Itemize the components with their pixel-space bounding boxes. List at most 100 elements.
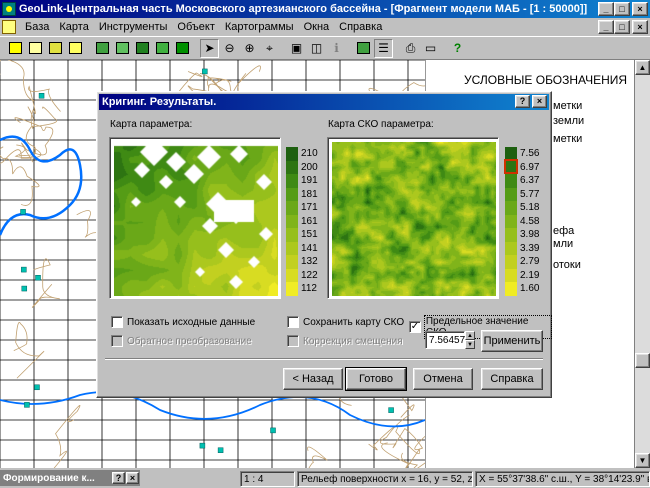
save-sko-box[interactable] [287, 316, 299, 328]
scroll-up-icon[interactable]: ▲ [635, 60, 650, 75]
document-caption-buttons: _ □ × [598, 20, 648, 34]
scale-color-swatch [286, 147, 298, 161]
document-icon[interactable] [2, 20, 16, 34]
doc-minimize-button[interactable]: _ [598, 20, 614, 34]
legend-item: земли [553, 115, 585, 127]
scale-tick-label: 200 [301, 161, 318, 173]
bias-correction-checkbox: Коррекция смещения [287, 335, 403, 347]
vertical-scrollbar[interactable]: ▲ ▼ [635, 60, 650, 468]
dialog-title: Кригинг. Результаты. [102, 96, 217, 108]
grid-icon[interactable] [93, 39, 112, 58]
status-coordinates: X = 55°37'38.6" с.ш., Y = 38°14'23.9" в.… [475, 471, 650, 487]
status-surface: Рельеф поверхности x = 16, y = 52, z = ? [297, 471, 473, 487]
export-icon[interactable] [66, 39, 85, 58]
menu-bar: База Карта Инструменты Объект Картограмм… [0, 18, 650, 36]
scale-color-swatch [286, 187, 298, 201]
help-button[interactable]: Справка [481, 368, 543, 390]
minimized-window[interactable]: Формирование к... ? × [0, 470, 140, 486]
scale-color-swatch [505, 241, 517, 255]
save-sko-checkbox[interactable]: Сохранить карту СКО [287, 316, 404, 328]
print-icon[interactable]: ⎙ [401, 39, 420, 58]
window-caption-buttons: _ □ × [598, 2, 648, 16]
scale-tick-label: 2.19 [520, 269, 540, 281]
parameter-map-raster [114, 142, 278, 296]
show-source-label: Показать исходные данные [127, 316, 256, 328]
minimized-close-button[interactable]: × [126, 472, 139, 484]
menu-help[interactable]: Справка [334, 21, 387, 33]
legend-item: мли [553, 238, 574, 250]
doc-restore-button[interactable]: □ [614, 20, 630, 34]
copy-layer-icon[interactable] [46, 39, 65, 58]
sko-map-label: Карта СКО параметра: [328, 119, 434, 130]
query-icon[interactable]: ℹ [327, 39, 346, 58]
minimized-help-button[interactable]: ? [112, 472, 125, 484]
dialog-caption-buttons: ? × [515, 95, 547, 108]
well-marker [34, 384, 40, 391]
cancel-button[interactable]: Отмена [413, 368, 473, 390]
limit-value-input[interactable]: 7.56457 [425, 331, 465, 349]
spin-up-icon[interactable]: ▲ [465, 331, 475, 340]
menu-cartograms[interactable]: Картограммы [220, 21, 299, 33]
dialog-help-button[interactable]: ? [515, 95, 530, 108]
close-button[interactable]: × [632, 2, 648, 16]
doc-close-button[interactable]: × [632, 20, 648, 34]
measure-icon[interactable]: ◫ [307, 39, 326, 58]
menu-base[interactable]: База [20, 21, 54, 33]
scale-tick-label: 1.60 [520, 283, 540, 294]
zoom-out-icon[interactable]: ⊖ [220, 39, 239, 58]
scroll-thumb[interactable] [635, 353, 650, 368]
minimize-button[interactable]: _ [598, 2, 614, 16]
table-icon[interactable] [133, 39, 152, 58]
show-source-box[interactable] [111, 316, 123, 328]
menu-windows[interactable]: Окна [299, 21, 335, 33]
chart-icon[interactable] [113, 39, 132, 58]
layers-icon[interactable] [26, 39, 45, 58]
scale-tick-label: 112 [301, 283, 317, 294]
scale-tick-label: 151 [301, 229, 318, 240]
legend-icon[interactable]: ☰ [374, 38, 393, 58]
scroll-down-icon[interactable]: ▼ [635, 453, 650, 468]
sko-map-raster [332, 142, 496, 296]
info-icon[interactable]: ▣ [287, 39, 306, 58]
done-button[interactable]: Готово [345, 367, 407, 391]
scale-tick-label: 141 [301, 242, 318, 254]
menu-object[interactable]: Объект [172, 21, 219, 33]
legend-item: метки [553, 133, 583, 145]
scale-tick-label: 191 [301, 175, 318, 186]
show-source-checkbox[interactable]: Показать исходные данные [111, 316, 255, 328]
layers-toggle-icon[interactable] [354, 39, 373, 58]
legend-item: отоки [553, 259, 581, 271]
window-icon[interactable]: ▭ [421, 39, 440, 58]
scale-color-swatch [286, 228, 298, 242]
back-button[interactable]: < Назад [283, 368, 343, 390]
cartogram-icon[interactable] [153, 39, 172, 58]
menu-map[interactable]: Карта [54, 21, 93, 33]
pointer-icon[interactable]: ➤ [200, 38, 219, 58]
menu-tools[interactable]: Инструменты [94, 21, 173, 33]
edit-icon[interactable] [173, 39, 192, 58]
well-marker [202, 68, 208, 75]
limit-value-spinner[interactable]: ▲ ▼ [465, 331, 475, 349]
scale-tick-label: 7.56 [520, 148, 540, 159]
maximize-button[interactable]: □ [614, 2, 630, 16]
scale-tick-label: 132 [301, 256, 318, 267]
scale-color-swatch [505, 228, 517, 242]
zoom-in-icon[interactable]: ⊕ [240, 39, 259, 58]
scale-tick-label: 6.97 [520, 161, 540, 173]
scale-color-swatch [286, 160, 298, 174]
dialog-title-bar: Кригинг. Результаты. ? × [99, 94, 549, 110]
zoom-fit-icon[interactable]: ⌖ [260, 39, 279, 58]
open-db-icon[interactable] [6, 39, 25, 58]
dialog-close-button[interactable]: × [532, 95, 547, 108]
limit-sko-box[interactable]: ✓ [409, 321, 421, 333]
apply-button[interactable]: Применить [481, 330, 543, 352]
spin-down-icon[interactable]: ▼ [465, 340, 475, 349]
scale-tick-label: 122 [301, 269, 318, 281]
scale-tick-label: 171 [301, 202, 318, 213]
scale-color-swatch [286, 201, 298, 215]
help-icon[interactable]: ? [448, 39, 467, 58]
bias-correction-label: Коррекция смещения [303, 335, 403, 347]
scale-tick-label: 3.98 [520, 229, 540, 240]
kriging-results-dialog: Кригинг. Результаты. ? × Карта параметра… [96, 91, 553, 398]
scale-tick-label: 161 [301, 215, 318, 227]
